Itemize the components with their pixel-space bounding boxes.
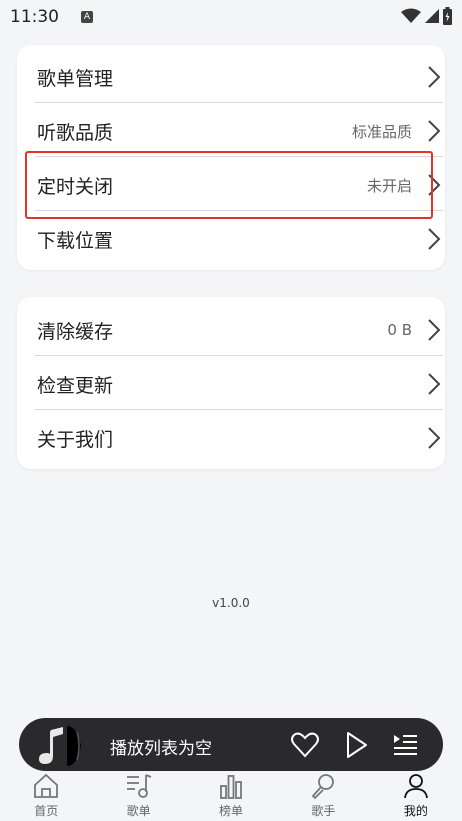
nav-label: 我的 [403, 804, 428, 818]
row-label: 下载位置 [37, 229, 114, 252]
mini-player[interactable]: 播放列表为空 [19, 718, 443, 771]
chevron-right-icon [428, 319, 441, 341]
nav-item-playlist[interactable]: 歌单 [92, 771, 184, 821]
chart-icon [220, 775, 242, 799]
row-label: 听歌品质 [37, 121, 114, 144]
settings-row-audio-quality[interactable]: 听歌品质 标准品质 [37, 104, 442, 158]
row-label: 清除缓存 [37, 320, 114, 343]
app-version: v1.0.0 [212, 596, 250, 610]
chevron-right-icon [428, 373, 441, 395]
divider [35, 355, 443, 356]
notification-a-icon: A [81, 11, 93, 23]
settings-row-playlist-manage[interactable]: 歌单管理 [37, 50, 442, 104]
status-time: 11:30 [10, 7, 59, 27]
settings-row-about[interactable]: 关于我们 [37, 411, 442, 465]
chevron-right-icon [428, 66, 441, 88]
row-label: 检查更新 [37, 374, 114, 397]
bottom-nav: 首页 歌单 榜单 歌手 我的 [0, 771, 462, 821]
nav-label: 歌手 [311, 804, 336, 818]
wifi-icon [401, 8, 421, 23]
player-status-text: 播放列表为空 [110, 739, 212, 759]
settings-row-clear-cache[interactable]: 清除缓存 0 B [37, 303, 442, 357]
status-icons [401, 7, 452, 25]
nav-item-home[interactable]: 首页 [0, 771, 92, 821]
nav-label: 歌单 [126, 804, 151, 818]
nav-item-mine[interactable]: 我的 [370, 771, 462, 821]
playlist-queue-icon[interactable] [391, 730, 421, 760]
settings-row-download-location[interactable]: 下载位置 [37, 212, 442, 266]
playlist-icon [126, 774, 151, 798]
person-icon [403, 774, 428, 799]
play-icon[interactable] [341, 730, 371, 760]
signal-icon [425, 9, 439, 23]
nav-label: 首页 [34, 804, 59, 818]
battery-icon [443, 7, 452, 25]
nav-item-artists[interactable]: 歌手 [277, 771, 369, 821]
chevron-right-icon [428, 120, 441, 142]
row-label: 歌单管理 [37, 67, 114, 90]
heart-icon[interactable] [290, 730, 320, 760]
row-value: 0 B [387, 321, 412, 339]
microphone-icon [312, 774, 335, 800]
divider [35, 409, 443, 410]
nav-item-charts[interactable]: 榜单 [185, 771, 277, 821]
row-value: 标准品质 [351, 122, 412, 141]
music-note-icon [39, 726, 81, 766]
settings-card-2: 清除缓存 0 B 检查更新 关于我们 [17, 297, 445, 469]
nav-label: 榜单 [219, 804, 244, 818]
highlight-box [25, 151, 433, 219]
chevron-right-icon [428, 228, 441, 250]
chevron-right-icon [428, 427, 441, 449]
settings-row-check-update[interactable]: 检查更新 [37, 357, 442, 411]
status-bar: 11:30 A [0, 0, 462, 34]
home-icon [34, 773, 59, 798]
row-label: 关于我们 [37, 428, 114, 451]
divider [35, 102, 443, 103]
